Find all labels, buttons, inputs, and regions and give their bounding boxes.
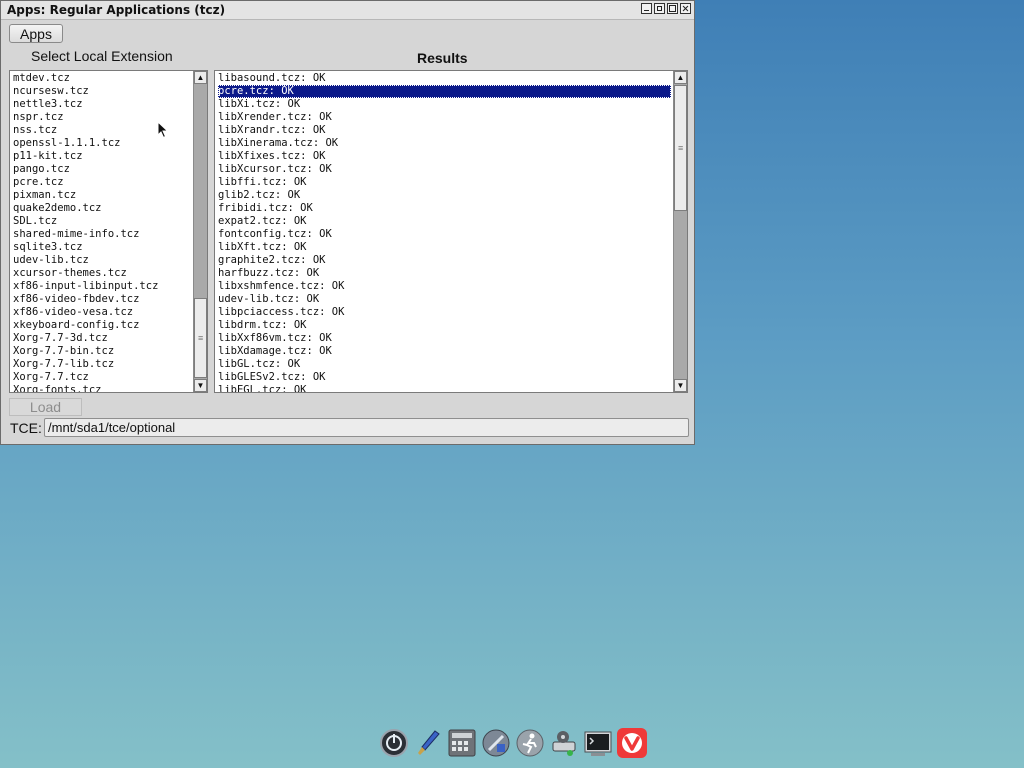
result-list-item[interactable]: libXrender.tcz: OK [218, 111, 671, 124]
apps-menu-button[interactable]: Apps [9, 24, 63, 43]
result-list-item[interactable]: libXdamage.tcz: OK [218, 345, 671, 358]
select-local-extension-label: Select Local Extension [31, 48, 173, 64]
result-list-item[interactable]: libXinerama.tcz: OK [218, 137, 671, 150]
result-list-item[interactable]: fribidi.tcz: OK [218, 202, 671, 215]
dock [378, 726, 648, 760]
close-button[interactable] [680, 3, 691, 14]
extension-list-item[interactable]: pango.tcz [13, 163, 191, 176]
result-list-item[interactable]: libdrm.tcz: OK [218, 319, 671, 332]
maximize-button[interactable] [667, 3, 678, 14]
extension-list-item[interactable]: xf86-input-libinput.tcz [13, 280, 191, 293]
extension-list-item[interactable]: p11-kit.tcz [13, 150, 191, 163]
minimize-button[interactable] [641, 3, 652, 14]
apps-window: Apps: Regular Applications (tcz) Apps Se… [0, 0, 695, 445]
window-title: Apps: Regular Applications (tcz) [7, 3, 226, 17]
extension-list-item[interactable]: pixman.tcz [13, 189, 191, 202]
extension-list-item[interactable]: sqlite3.tcz [13, 241, 191, 254]
extension-list-item[interactable]: Xorg-7.7-lib.tcz [13, 358, 191, 371]
result-list-item[interactable]: libpciaccess.tcz: OK [218, 306, 671, 319]
result-list-item[interactable]: fontconfig.tcz: OK [218, 228, 671, 241]
result-list-item[interactable]: glib2.tcz: OK [218, 189, 671, 202]
scroll-up-arrow-icon[interactable]: ▲ [194, 71, 207, 84]
load-button[interactable]: Load [9, 398, 82, 416]
tce-path-field[interactable]: /mnt/sda1/tce/optional [44, 418, 689, 437]
result-list-item[interactable]: libXrandr.tcz: OK [218, 124, 671, 137]
results-list[interactable]: libasound.tcz: OK pcre.tcz: OK libXi.tcz: … [214, 70, 688, 393]
result-list-item[interactable]: libGLESv2.tcz: OK [218, 371, 671, 384]
restore-button[interactable] [654, 3, 665, 14]
results-scrollbar[interactable]: ▲ ≡ ▼ [673, 71, 687, 392]
result-list-item[interactable]: libXcursor.tcz: OK [218, 163, 671, 176]
result-list-item[interactable]: libasound.tcz: OK [218, 72, 671, 85]
result-list-item[interactable]: libXft.tcz: OK [218, 241, 671, 254]
extension-list-item[interactable]: ncursesw.tcz [13, 85, 191, 98]
mount-tool-icon[interactable] [548, 727, 580, 759]
grip-icon: ≡ [678, 143, 684, 153]
result-list-item[interactable]: expat2.tcz: OK [218, 215, 671, 228]
extension-list-item[interactable]: Xorg-fonts.tcz [13, 384, 191, 392]
result-list-item[interactable]: graphite2.tcz: OK [218, 254, 671, 267]
grip-icon: ≡ [198, 333, 204, 343]
control-panel-icon[interactable] [480, 727, 512, 759]
extension-list-item[interactable]: SDL.tcz [13, 215, 191, 228]
result-list-item[interactable]: libxshmfence.tcz: OK [218, 280, 671, 293]
extension-list-item[interactable]: Xorg-7.7.tcz [13, 371, 191, 384]
extension-list-item[interactable]: quake2demo.tcz [13, 202, 191, 215]
extension-list-item[interactable]: nettle3.tcz [13, 98, 191, 111]
result-list-item[interactable]: pcre.tcz: OK [218, 85, 671, 98]
mouse-pointer-icon [157, 121, 169, 139]
results-items: libasound.tcz: OK pcre.tcz: OK libXi.tcz: … [218, 72, 671, 392]
scroll-down-arrow-icon[interactable]: ▼ [674, 379, 687, 392]
extension-list-item[interactable]: shared-mime-info.tcz [13, 228, 191, 241]
local-extension-scrollbar[interactable]: ▲ ≡ ▼ [193, 71, 207, 392]
tce-label: TCE: [10, 420, 42, 436]
extension-list-item[interactable]: xkeyboard-config.tcz [13, 319, 191, 332]
power-icon[interactable] [378, 727, 410, 759]
result-list-item[interactable]: libXfixes.tcz: OK [218, 150, 671, 163]
calculator-icon[interactable] [446, 727, 478, 759]
extension-list-item[interactable]: pcre.tcz [13, 176, 191, 189]
result-list-item[interactable]: libGL.tcz: OK [218, 358, 671, 371]
extension-list-item[interactable]: mtdev.tcz [13, 72, 191, 85]
results-label: Results [417, 50, 468, 66]
result-list-item[interactable]: udev-lib.tcz: OK [218, 293, 671, 306]
result-list-item[interactable]: libXxf86vm.tcz: OK [218, 332, 671, 345]
vivaldi-browser-icon[interactable] [616, 727, 648, 759]
result-list-item[interactable]: harfbuzz.tcz: OK [218, 267, 671, 280]
extension-list-item[interactable]: Xorg-7.7-bin.tcz [13, 345, 191, 358]
extension-list-item[interactable]: Xorg-7.7-3d.tcz [13, 332, 191, 345]
result-list-item[interactable]: libEGL.tcz: OK [218, 384, 671, 392]
extension-list-item[interactable]: udev-lib.tcz [13, 254, 191, 267]
terminal-icon[interactable] [582, 727, 614, 759]
title-bar[interactable]: Apps: Regular Applications (tcz) [1, 1, 694, 20]
extension-list-item[interactable]: xf86-video-vesa.tcz [13, 306, 191, 319]
result-list-item[interactable]: libffi.tcz: OK [218, 176, 671, 189]
extension-list-item[interactable]: xcursor-themes.tcz [13, 267, 191, 280]
extension-list-item[interactable]: xf86-video-fbdev.tcz [13, 293, 191, 306]
window-controls [641, 3, 691, 14]
scroll-down-arrow-icon[interactable]: ▼ [194, 379, 207, 392]
local-extension-list[interactable]: mtdev.tcz ncursesw.tcz nettle3.tcz nspr.tcz… [9, 70, 208, 393]
scroll-thumb[interactable]: ≡ [194, 298, 207, 378]
result-list-item[interactable]: libXi.tcz: OK [218, 98, 671, 111]
run-icon[interactable] [514, 727, 546, 759]
paint-brush-icon[interactable] [412, 727, 444, 759]
scroll-thumb[interactable]: ≡ [674, 85, 687, 211]
scroll-up-arrow-icon[interactable]: ▲ [674, 71, 687, 84]
